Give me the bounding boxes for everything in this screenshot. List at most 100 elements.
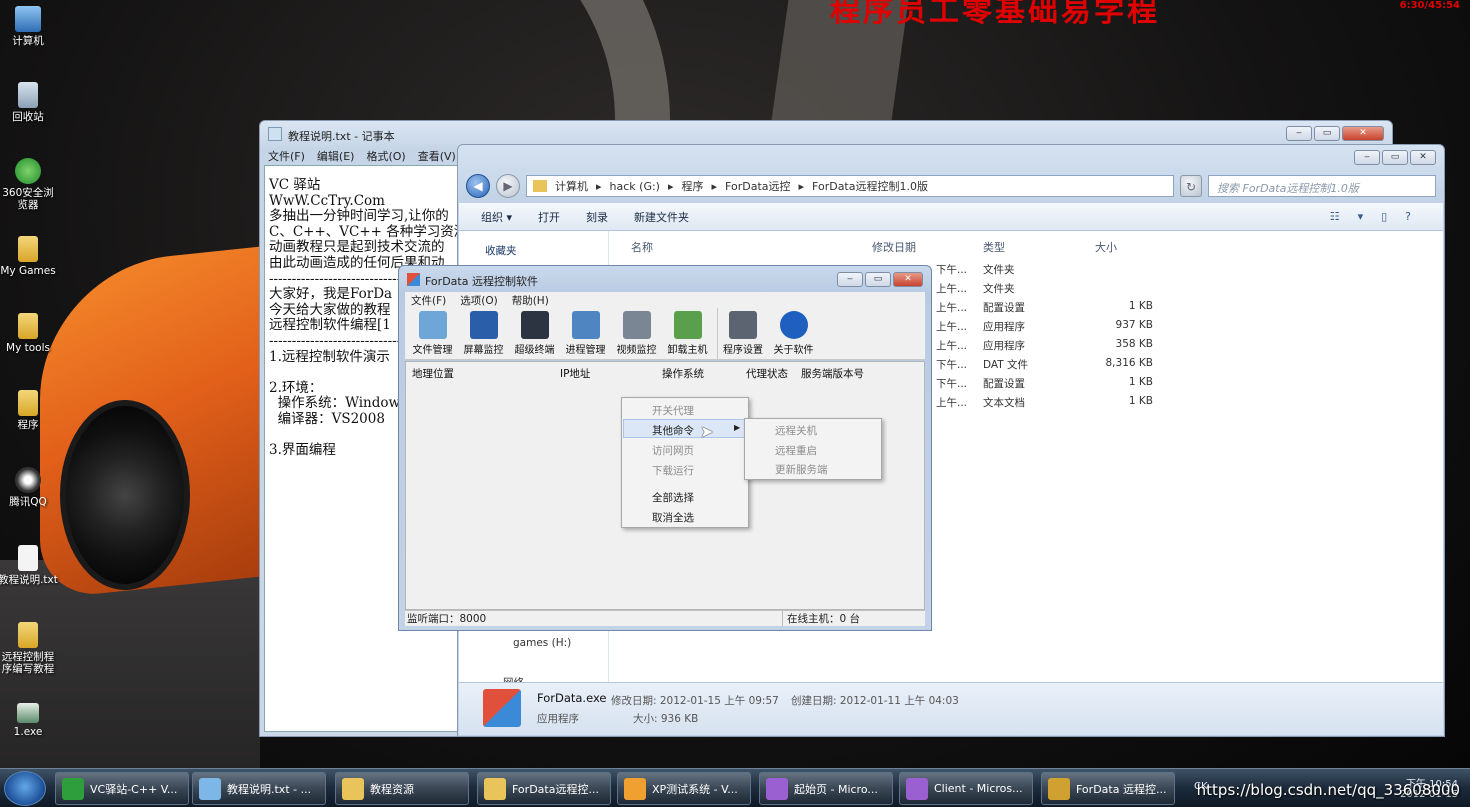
file-size: 8,316 KB — [1105, 357, 1154, 369]
menu-item-toggle-proxy[interactable]: 开关代理 — [652, 403, 694, 418]
status-bar: 监听端口：8000 在线主机：0 台 — [405, 610, 925, 626]
col-os[interactable]: 操作系统 — [662, 366, 704, 381]
col-name[interactable]: 名称 — [631, 239, 653, 255]
breadcrumb-1[interactable]: hack (G:) — [610, 180, 660, 193]
desktop-icon-my-tools[interactable]: My tools — [0, 313, 59, 354]
taskbar-label: ForData远程控... — [512, 782, 599, 796]
nav-favorites[interactable]: 收藏夹 — [485, 243, 517, 258]
minimize-button[interactable]: ‒ — [1354, 150, 1380, 165]
taskbar-button-5[interactable]: 起始页 - Micro... — [759, 772, 893, 805]
col-date[interactable]: 修改日期 — [872, 239, 916, 255]
new-folder-button[interactable]: 新建文件夹 — [634, 209, 689, 225]
menu-file[interactable]: 文件(F) — [411, 293, 446, 308]
app-icon — [62, 777, 84, 800]
recycle-icon — [673, 311, 702, 339]
burn-button[interactable]: 刻录 — [586, 209, 608, 225]
desktop-icon-recycle-bin[interactable]: 回收站 — [0, 82, 59, 123]
col-version[interactable]: 服务端版本号 — [801, 366, 864, 381]
taskbar-button-1[interactable]: 教程说明.txt - ... — [192, 772, 326, 805]
back-button[interactable]: ◀ — [466, 174, 490, 198]
col-size[interactable]: 大小 — [1095, 239, 1117, 255]
maximize-button[interactable]: ▭ — [1314, 126, 1340, 141]
qq-icon — [15, 467, 41, 493]
maximize-button[interactable]: ▭ — [865, 272, 891, 287]
app-icon — [1048, 777, 1070, 800]
breadcrumb-4[interactable]: ForData远程控制1.0版 — [812, 178, 928, 194]
menu-format[interactable]: 格式(O) — [366, 148, 405, 164]
breadcrumb-0[interactable]: 计算机 — [555, 178, 588, 194]
search-input[interactable]: 搜索 ForData远程控制1.0版 — [1208, 175, 1436, 197]
system-tray: CK 下午 10:54 2012-01-15 https://blog.csdn… — [1180, 769, 1470, 807]
menu-help[interactable]: 帮助(H) — [512, 293, 549, 308]
nav-drive-games[interactable]: games (H:) — [513, 637, 571, 649]
tool-button-0[interactable]: 文件管理 — [407, 308, 458, 360]
tool-button-6[interactable]: 程序设置 — [717, 308, 768, 360]
tool-button-2[interactable]: 超级终端 — [509, 308, 560, 360]
menu-item-deselect-all[interactable]: 取消全选 — [652, 510, 694, 525]
menu-item-select-all[interactable]: 全部选择 — [652, 490, 694, 505]
open-button[interactable]: 打开 — [538, 209, 560, 225]
status-port: 监听端口：8000 — [405, 611, 783, 626]
taskbar-button-6[interactable]: Client - Micros... — [899, 772, 1033, 805]
tool-button-7[interactable]: 关于软件 — [768, 308, 819, 360]
desktop-icon-tutorial-folder[interactable]: 远程控制程序编写教程 — [0, 622, 59, 675]
menu-item-remote-restart[interactable]: 远程重启 — [775, 443, 817, 458]
maximize-button[interactable]: ▭ — [1382, 150, 1408, 165]
submenu: 远程关机 远程重启 更新服务端 — [744, 418, 882, 480]
desktop-icon-1exe[interactable]: 1.exe — [0, 703, 59, 738]
menu-item-visit-web[interactable]: 访问网页 — [652, 443, 694, 458]
taskbar-button-3[interactable]: ForData远程控... — [477, 772, 611, 805]
tool-button-5[interactable]: 卸载主机 — [662, 308, 713, 360]
minimize-button[interactable]: ‒ — [837, 272, 863, 287]
taskbar-button-4[interactable]: XP测试系统 - V... — [617, 772, 751, 805]
view-options-icon[interactable]: ☷▾▯? — [1330, 210, 1429, 223]
refresh-icon[interactable]: ↻ — [1180, 175, 1202, 197]
menu-file[interactable]: 文件(F) — [268, 148, 305, 164]
organize-button[interactable]: 组织 ▾ — [481, 209, 512, 225]
desktop-icon-qq[interactable]: 腾讯QQ — [0, 467, 59, 508]
desktop-icon-program[interactable]: 程序 — [0, 390, 59, 431]
tool-label: 文件管理 — [412, 345, 453, 356]
breadcrumb-2[interactable]: 程序 — [682, 178, 704, 194]
taskbar-label: 教程资源 — [370, 782, 414, 796]
desktop-icon-readme[interactable]: 教程说明.txt — [0, 545, 59, 586]
taskbar-button-0[interactable]: VC驿站-C++ V... — [55, 772, 189, 805]
app-icon — [766, 777, 788, 800]
close-button[interactable]: ✕ — [1342, 126, 1384, 141]
close-button[interactable]: ✕ — [1410, 150, 1436, 165]
tool-button-4[interactable]: 视频监控 — [611, 308, 662, 360]
taskbar-button-7[interactable]: ForData 远程控... — [1041, 772, 1175, 805]
recycle-bin-icon — [18, 82, 38, 108]
fordata-menubar: 文件(F) 选项(O) 帮助(H) — [405, 292, 925, 308]
tool-label: 进程管理 — [565, 345, 606, 356]
address-bar[interactable]: 计算机 ▸ hack (G:) ▸ 程序 ▸ ForData远控 ▸ ForData远程… — [526, 175, 1174, 197]
menu-item-download-run[interactable]: 下载运行 — [652, 463, 694, 478]
desktop-icon-computer[interactable]: 计算机 — [0, 6, 59, 47]
start-button[interactable] — [4, 771, 46, 806]
file-date: 上午... — [936, 302, 968, 314]
desktop-icon-360-browser[interactable]: 360安全浏览器 — [0, 158, 59, 211]
tool-button-1[interactable]: 屏幕监控 — [458, 308, 509, 360]
col-location[interactable]: 地理位置 — [412, 366, 454, 381]
col-ip[interactable]: IP地址 — [560, 366, 590, 381]
menu-item-update-server[interactable]: 更新服务端 — [775, 462, 828, 477]
folder-icon — [533, 180, 547, 192]
menu-options[interactable]: 选项(O) — [460, 293, 497, 308]
minimize-button[interactable]: ‒ — [1286, 126, 1312, 141]
command-bar: 组织 ▾ 打开 刻录 新建文件夹 ☷▾▯? — [459, 203, 1443, 231]
menu-edit[interactable]: 编辑(E) — [317, 148, 355, 164]
close-button[interactable]: ✕ — [893, 272, 923, 287]
menu-item-other-commands[interactable]: 其他命令 — [652, 423, 694, 438]
col-type[interactable]: 类型 — [983, 239, 1005, 255]
breadcrumb-3[interactable]: ForData远控 — [725, 178, 790, 194]
menu-view[interactable]: 查看(V) — [418, 148, 456, 164]
menu-item-remote-shutdown[interactable]: 远程关机 — [775, 423, 817, 438]
context-menu: 开关代理 其他命令 ▶ 访问网页 下载运行 全部选择 取消全选 — [621, 397, 749, 528]
taskbar-button-2[interactable]: 教程资源 — [335, 772, 469, 805]
forward-button[interactable]: ▶ — [496, 174, 520, 198]
col-proxy[interactable]: 代理状态 — [746, 366, 788, 381]
file-date: 下午... — [936, 264, 968, 276]
file-type: 文件夹 — [983, 283, 1015, 295]
desktop-icon-my-games[interactable]: My Games — [0, 236, 59, 277]
tool-button-3[interactable]: 进程管理 — [560, 308, 611, 360]
